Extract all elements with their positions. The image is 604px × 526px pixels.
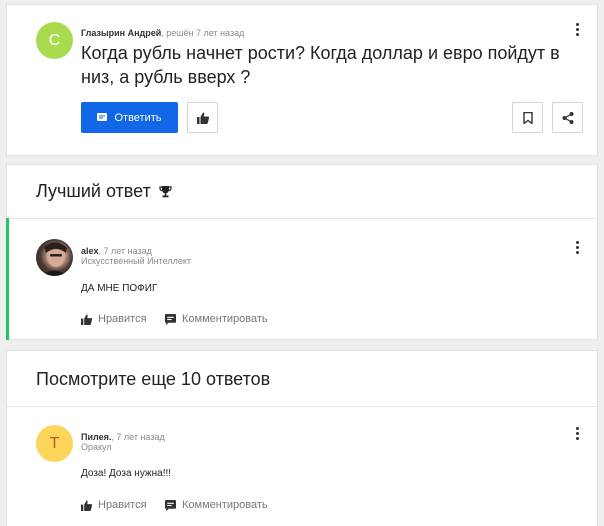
author-avatar[interactable]: Т [36, 425, 73, 462]
answer-text: ДА МНЕ ПОФИГ [81, 283, 158, 294]
share-icon [562, 111, 574, 124]
bookmark-button[interactable] [512, 102, 543, 133]
best-answer-heading: Лучший ответ [36, 181, 172, 202]
like-action[interactable]: Нравится [81, 499, 147, 511]
answer-more-icon[interactable] [569, 237, 585, 257]
comment-label: Комментировать [182, 313, 268, 325]
author-rank: Оракул [81, 442, 112, 452]
best-answer-title: Лучший ответ [36, 181, 151, 201]
answer-button-label: Ответить [114, 111, 162, 124]
comment-label: Комментировать [182, 499, 268, 511]
author-name[interactable]: Пилея. [81, 432, 111, 442]
answer-meta: , 7 лет назад [111, 432, 165, 442]
more-answers-card: Посмотрите еще 10 ответов Т Пилея., 7 ле… [6, 350, 598, 526]
answer-text: Доза! Доза нужна!!! [81, 468, 172, 479]
bookmark-icon [522, 111, 533, 124]
share-button[interactable] [552, 102, 583, 133]
question-header: Глазырин Андрей, решён 7 лет назад [81, 23, 244, 41]
more-answers-title: Посмотрите еще 10 ответов [36, 369, 271, 389]
author-rank: Искусственный Интеллект [81, 256, 191, 266]
author-name[interactable]: alex [81, 246, 99, 256]
answer-button[interactable]: Ответить [81, 102, 178, 133]
trophy-icon [159, 185, 172, 198]
comment-icon [165, 313, 176, 325]
comment-action[interactable]: Комментировать [165, 313, 268, 325]
question-text: Когда рубль начнет рости? Когда доллар и… [81, 43, 560, 87]
best-answer-accent-bar [6, 218, 9, 340]
author-avatar[interactable] [36, 239, 73, 276]
divider [7, 406, 597, 407]
answer-more-icon[interactable] [569, 423, 585, 443]
comment-icon [165, 499, 176, 511]
author-name[interactable]: Глазырин Андрей [81, 28, 161, 38]
like-label: Нравится [98, 499, 147, 511]
divider [7, 218, 597, 219]
comment-icon [97, 112, 108, 123]
thumb-up-icon [81, 499, 92, 511]
question-more-icon[interactable] [569, 19, 585, 39]
like-action[interactable]: Нравится [81, 313, 147, 325]
answer-meta: , 7 лет назад [98, 246, 152, 256]
best-answer-card: Лучший ответ alex, 7 лет назад Искусстве… [6, 164, 598, 340]
avatar-letter: С [48, 31, 61, 49]
comment-action[interactable]: Комментировать [165, 499, 268, 511]
like-label: Нравится [98, 313, 147, 325]
like-button[interactable] [187, 102, 218, 133]
question-card: С Глазырин Андрей, решён 7 лет назад Ког… [6, 4, 598, 156]
author-avatar[interactable]: С [36, 22, 73, 59]
question-meta: , решён 7 лет назад [161, 28, 245, 38]
thumb-up-icon [81, 313, 92, 325]
avatar-letter: Т [49, 434, 60, 452]
thumb-up-icon [196, 112, 209, 124]
user-photo [42, 242, 68, 276]
